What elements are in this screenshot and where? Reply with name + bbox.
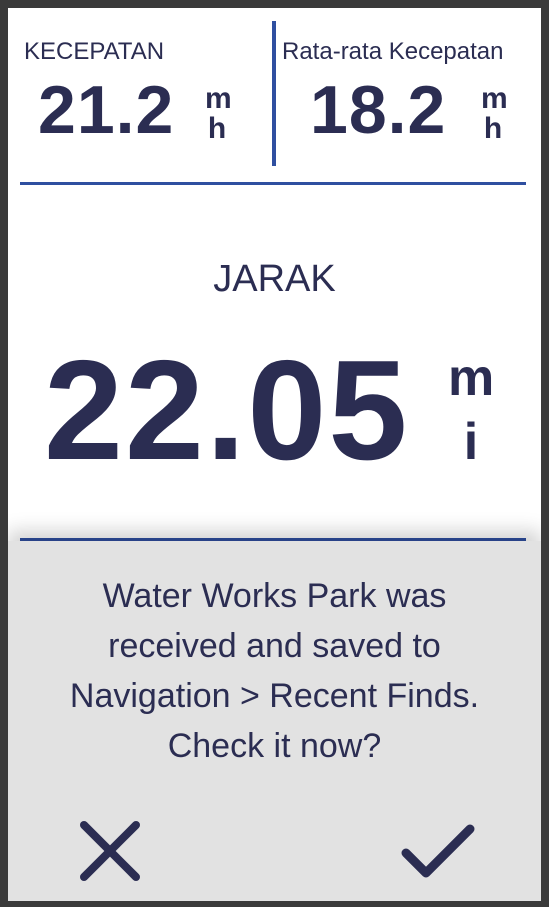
notification-message: Water Works Park was received and saved … — [18, 571, 531, 771]
speed-label: KECEPATAN — [24, 38, 165, 65]
avg-speed-label: Rata-rata Kecepatan — [282, 38, 504, 65]
speed-value: 21.2 — [38, 72, 175, 148]
speed-unit: m h — [205, 82, 232, 145]
close-icon — [80, 821, 140, 881]
avg-speed-value: 18.2 — [310, 72, 447, 148]
distance-unit-bottom: i — [463, 413, 479, 471]
device-screen: KECEPATAN 21.2 m h Rata-rata Kecepatan 1… — [8, 8, 541, 901]
distance-label: JARAK — [213, 258, 336, 300]
horizontal-divider — [20, 182, 526, 185]
avg-speed-unit: m h — [481, 82, 508, 145]
distance-unit-top: m — [448, 349, 495, 407]
confirm-button[interactable] — [398, 811, 478, 891]
message-line: received and saved to — [108, 627, 441, 665]
avg-speed-unit-top: m — [481, 82, 508, 115]
top-data-row: KECEPATAN 21.2 m h Rata-rata Kecepatan 1… — [8, 8, 541, 183]
speed-field[interactable]: KECEPATAN 21.2 m h — [8, 8, 273, 183]
message-line: Water Works Park was — [102, 577, 447, 615]
checkmark-icon — [401, 824, 475, 878]
avg-speed-unit-bottom: h — [483, 112, 503, 145]
avg-speed-field[interactable]: Rata-rata Kecepatan 18.2 m h — [276, 8, 541, 183]
message-line: Navigation > Recent Finds. — [69, 677, 480, 715]
speed-unit-bottom: h — [207, 112, 227, 145]
notification-dialog: Water Works Park was received and saved … — [8, 541, 541, 901]
distance-unit: m i — [448, 346, 494, 474]
message-line: Check it now? — [167, 727, 382, 765]
speed-unit-top: m — [205, 82, 232, 115]
cancel-button[interactable] — [70, 811, 150, 891]
distance-value: 22.05 — [44, 331, 410, 490]
